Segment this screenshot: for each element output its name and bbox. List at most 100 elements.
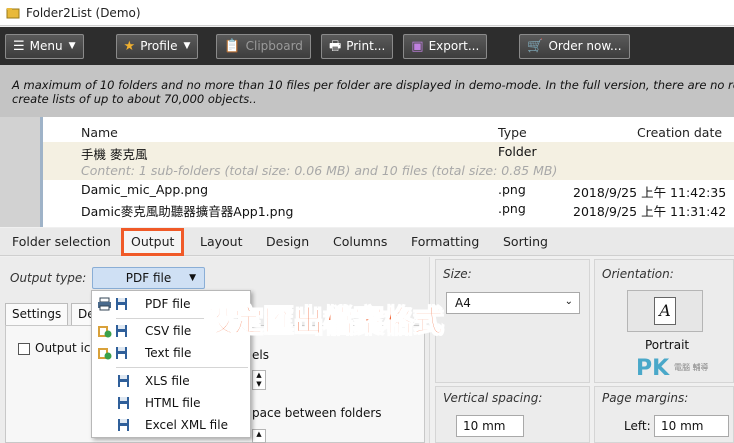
output-type-label: Output type: xyxy=(10,271,87,285)
clipboard-add-icon xyxy=(98,326,112,338)
menu-item-label: XLS file xyxy=(145,374,190,388)
tab-layout[interactable]: Layout xyxy=(200,234,243,249)
save-icon xyxy=(116,347,127,359)
save-icon xyxy=(118,375,129,387)
watermark-sub: 電腦 輔導 xyxy=(674,363,709,372)
window-title: Folder2List (Demo) xyxy=(26,5,141,20)
star-icon: ★ xyxy=(123,38,136,54)
notice-line-2: create lists of up to about 70,000 objec… xyxy=(12,92,257,106)
menu-item-label: PDF file xyxy=(145,297,191,311)
demo-notice: A maximum of 10 folders and no more than… xyxy=(0,65,734,117)
space-between-folders-label: pace between folders xyxy=(252,406,382,420)
watermark-logo: PK 電腦 輔導 xyxy=(636,356,709,381)
printer-icon: 🖶 xyxy=(328,38,342,54)
portrait-page-icon: A xyxy=(654,297,676,325)
chevron-down-icon: ▼ xyxy=(68,41,76,51)
save-icon xyxy=(116,325,127,337)
file-type: .png xyxy=(498,201,526,216)
output-icons-label: Output ico xyxy=(35,341,98,355)
size-group: Size: A4 ⌄ xyxy=(435,259,590,383)
clipboard-add-icon xyxy=(98,348,112,360)
vertical-spacing-label: Vertical spacing: xyxy=(443,391,543,405)
order-now-button[interactable]: 🛒 Order now... xyxy=(519,33,630,59)
menu-button[interactable]: ☰ Menu ▼ xyxy=(5,33,84,59)
orientation-label: Orientation: xyxy=(602,267,674,281)
profile-button[interactable]: ★ Profile ▼ xyxy=(115,33,199,59)
cart-icon: 🛒 xyxy=(527,38,544,54)
tab-design[interactable]: Design xyxy=(266,234,309,249)
content-summary-text: Content: 1 sub-folders (total size: 0.06… xyxy=(81,163,558,178)
column-header-name[interactable]: Name xyxy=(81,125,118,140)
tab-columns[interactable]: Columns xyxy=(333,234,387,249)
menu-item-text[interactable]: Text file xyxy=(92,343,250,364)
file-name: Damic麥克風助聽器擴音器App1.png xyxy=(81,204,294,219)
order-now-button-label: Order now... xyxy=(548,39,622,53)
table-row[interactable]: Damic_mic_App.png .png 2018/9/25 上午 11:4… xyxy=(43,180,734,200)
left-margin-input[interactable]: 10 mm xyxy=(654,415,729,437)
output-type-dropdown[interactable]: PDF file ▼ xyxy=(92,267,205,289)
export-button[interactable]: ▣ Export... xyxy=(403,33,488,59)
vertical-spacing-value: 10 mm xyxy=(463,419,506,433)
portrait-label: Portrait xyxy=(645,338,690,352)
export-icon: ▣ xyxy=(411,38,424,54)
page-size-select[interactable]: A4 ⌄ xyxy=(446,292,580,314)
chevron-down-icon: ▼ xyxy=(183,41,191,51)
tab-formatting[interactable]: Formatting xyxy=(411,234,479,249)
save-icon xyxy=(116,298,127,310)
profile-button-label: Profile xyxy=(140,39,178,53)
file-list[interactable]: Name Type Creation date 手機 麥克風 Folder Co… xyxy=(40,117,734,227)
portrait-button[interactable]: A xyxy=(627,290,703,332)
menu-item-xls[interactable]: XLS file xyxy=(92,371,250,392)
tab-sorting[interactable]: Sorting xyxy=(503,234,548,249)
file-date: 2018/9/25 上午 11:31:42 xyxy=(573,204,727,219)
clipboard-icon: 📋 xyxy=(224,38,241,54)
save-icon xyxy=(118,419,129,431)
app-icon xyxy=(6,6,20,20)
vertical-spacing-group: Vertical spacing: 10 mm xyxy=(435,386,590,443)
list-header: Name Type Creation date xyxy=(43,123,734,142)
notice-line-1: A maximum of 10 folders and no more than… xyxy=(12,78,734,92)
output-type-value: PDF file xyxy=(125,271,172,285)
menu-item-label: HTML file xyxy=(145,396,201,410)
column-header-type[interactable]: Type xyxy=(498,125,527,140)
output-icons-checkbox[interactable] xyxy=(18,343,30,355)
file-type: .png xyxy=(498,182,526,197)
page-margins-label: Page margins: xyxy=(602,391,689,405)
menu-item-label: CSV file xyxy=(145,324,192,338)
folder-content-summary: Content: 1 sub-folders (total size: 0.06… xyxy=(43,161,734,180)
page-margins-group: Page margins: Left: 10 mm xyxy=(594,386,734,443)
chevron-down-icon: ▼ xyxy=(189,273,196,283)
clipboard-button-label: Clipboard xyxy=(245,39,303,53)
printer-icon xyxy=(98,297,111,311)
folder-type: Folder xyxy=(498,144,537,159)
menu-item-html[interactable]: HTML file xyxy=(92,393,250,414)
levels-spinner[interactable]: ▲ ▼ xyxy=(252,370,266,390)
tab-output[interactable]: Output xyxy=(131,234,174,249)
main-tabs: Folder selection Output Layout Design Co… xyxy=(0,228,734,256)
file-list-area: Name Type Creation date 手機 麥克風 Folder Co… xyxy=(0,117,734,227)
menu-button-label: Menu xyxy=(29,39,63,53)
clipboard-button[interactable]: 📋 Clipboard xyxy=(216,33,311,59)
export-button-label: Export... xyxy=(428,39,480,53)
page-size-value: A4 xyxy=(455,296,471,310)
left-margin-label: Left: xyxy=(624,419,651,433)
print-button[interactable]: 🖶 Print... xyxy=(320,33,394,59)
menu-item-excel-xml[interactable]: Excel XML file xyxy=(92,415,250,436)
main-toolbar: ☰ Menu ▼ ★ Profile ▼ 📋 Clipboard 🖶 Print… xyxy=(0,27,734,65)
column-header-date[interactable]: Creation date xyxy=(637,125,722,140)
print-button-label: Print... xyxy=(346,39,386,53)
hamburger-icon: ☰ xyxy=(13,38,25,54)
menu-separator xyxy=(116,367,248,368)
vertical-spacing-input[interactable]: 10 mm xyxy=(456,415,524,437)
title-bar: Folder2List (Demo) xyxy=(0,0,734,26)
space-spinner[interactable]: ▲ xyxy=(252,429,266,443)
subtab-settings[interactable]: Settings xyxy=(5,303,69,325)
watermark-main: PK xyxy=(636,356,670,381)
tab-folder-selection[interactable]: Folder selection xyxy=(12,234,111,249)
file-name: Damic_mic_App.png xyxy=(81,182,209,197)
size-label: Size: xyxy=(443,267,472,281)
folder-row[interactable]: 手機 麥克風 Folder xyxy=(43,142,734,162)
table-row[interactable]: Damic麥克風助聽器擴音器App1.png .png 2018/9/25 上午… xyxy=(43,199,734,219)
save-icon xyxy=(118,397,129,409)
levels-label: els xyxy=(252,348,269,362)
